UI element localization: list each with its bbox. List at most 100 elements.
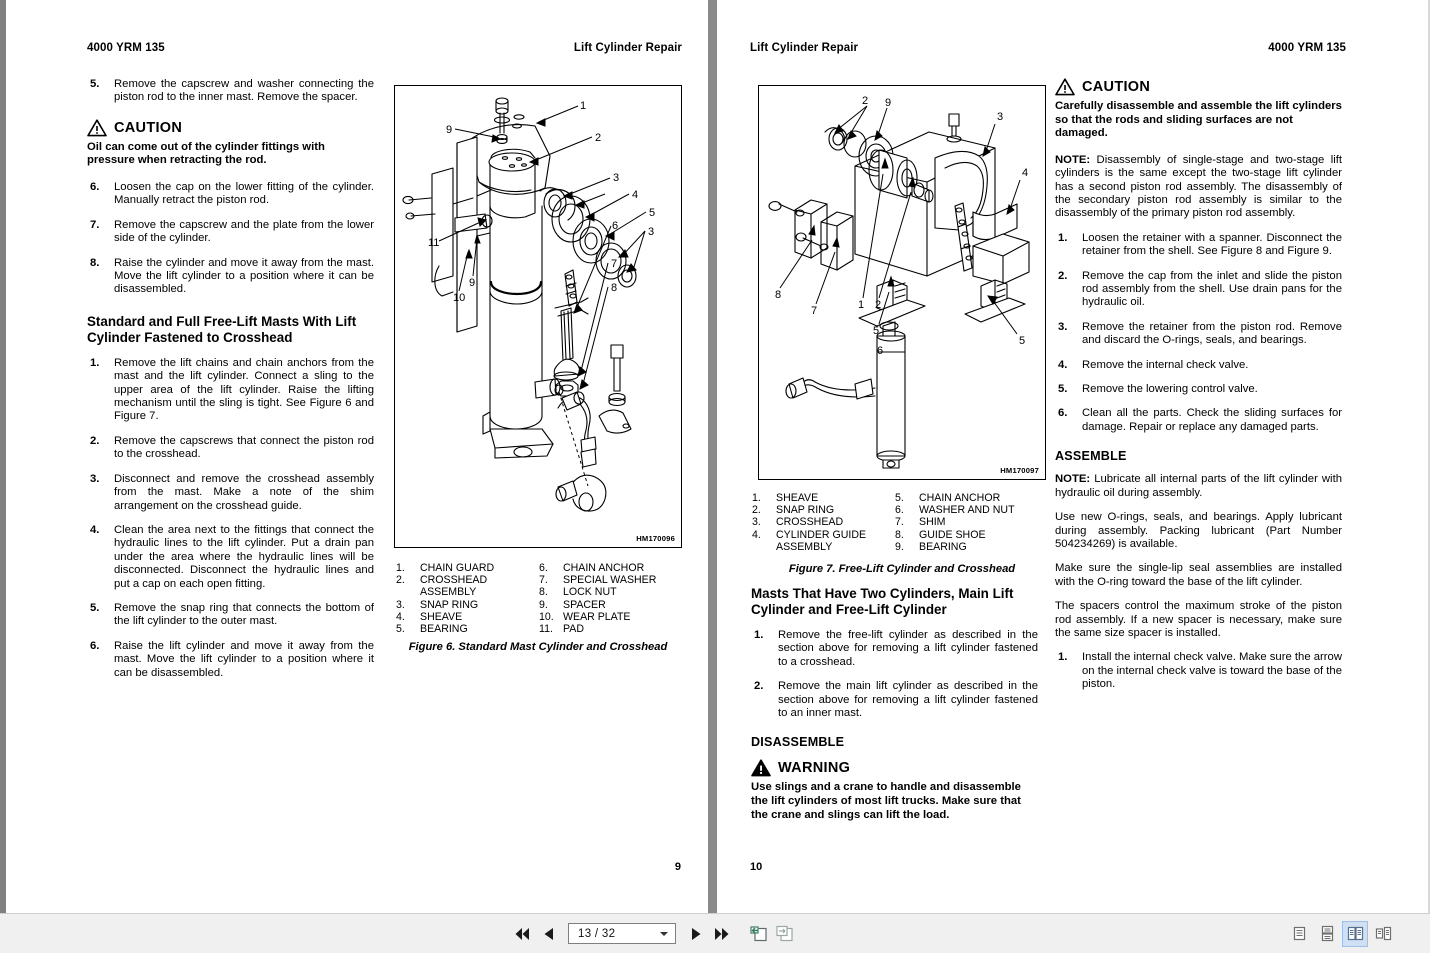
two-page-view-button[interactable] (1342, 920, 1368, 947)
list-item-number: 7. (90, 218, 100, 231)
list-item-text: Remove the internal check valve. (1082, 358, 1249, 371)
caution-triangle-icon (87, 119, 107, 137)
svg-text:3: 3 (613, 172, 619, 184)
section-heading: Standard and Full Free-Lift Masts With L… (87, 313, 357, 345)
list-item: 2. Remove the main lift cylinder as desc… (751, 680, 1038, 720)
last-page-button[interactable] (709, 921, 735, 947)
figure-6-image: 1 9 2 3 4 5 3 11 9 10 6 7 8 HM170096 (394, 85, 682, 548)
legend-text: SNAP RING (776, 504, 835, 517)
subsection-heading-disassemble: DISASSEMBLE (751, 735, 845, 750)
list-item-text: Remove the retainer from the piston rod.… (1082, 320, 1342, 347)
single-page-view-button[interactable] (1286, 921, 1312, 947)
legend-text: ASSEMBLY (776, 540, 833, 553)
legend-text: SHEAVE (776, 492, 819, 504)
legend-number: 1. (752, 492, 761, 504)
chevron-down-icon[interactable] (660, 931, 668, 936)
svg-text:1: 1 (858, 299, 864, 311)
legend-number: 1. (396, 562, 405, 574)
right-page-column-2: CAUTION Carefully disassemble and assemb… (1055, 78, 1342, 703)
figure-7-image-id: HM170097 (1000, 466, 1039, 475)
continuous-view-button[interactable] (1314, 921, 1340, 947)
list-item-number: 3. (1058, 320, 1068, 333)
page-number: 9 (674, 861, 681, 873)
list-item: 6. Raise the lift cylinder and move it a… (87, 640, 374, 680)
list-item-number: 6. (90, 639, 100, 652)
list-item-number: 5. (90, 601, 100, 614)
legend-text: BEARING (919, 540, 967, 553)
figure-7-legend-col-1: 1. SHEAVE 2. SNAP RING 3. CROSSHEAD 4. CYLIN… (752, 492, 895, 553)
list-item: 2. Remove the cap from the inlet and sli… (1055, 270, 1342, 310)
list-item: 4. Remove the internal check valve. (1055, 359, 1342, 372)
figure-6-image-id: HM170096 (636, 534, 675, 543)
caution-label: CAUTION (114, 119, 183, 136)
svg-text:11: 11 (428, 237, 439, 249)
list-item-number: 1. (754, 629, 764, 641)
svg-text:5: 5 (873, 325, 879, 337)
svg-text:1: 1 (580, 100, 586, 112)
list-item: 5. Remove the capscrew and washer connec… (87, 78, 374, 105)
note-paragraph: NOTE: Lubricate all internal parts of th… (1055, 473, 1342, 500)
note-paragraph: NOTE: Disassembly of single-stage and tw… (1055, 154, 1342, 221)
warning-triangle-icon (751, 759, 771, 777)
legend-text: SNAP RING (420, 598, 479, 611)
svg-text:9: 9 (469, 277, 475, 289)
legend-text: CHAIN ANCHOR (919, 492, 1001, 504)
legend-number: 7. (895, 516, 904, 529)
list-item-text: Remove the lift chains and chain anchors… (114, 356, 374, 423)
legend-text: SHEAVE (420, 610, 463, 623)
legend-number: 8. (895, 528, 904, 541)
legend-number: 2. (396, 574, 405, 587)
svg-text:2: 2 (862, 95, 868, 107)
list-item: 5. Remove the snap ring that connects th… (87, 602, 374, 629)
caution-text: Carefully disassemble and assemble the l… (1055, 100, 1342, 140)
list-item: 5. Remove the lowering control valve. (1055, 383, 1342, 396)
first-page-button[interactable] (509, 921, 535, 947)
legend-number: 6. (539, 562, 548, 574)
list-item: 4. Clean the area next to the fittings t… (87, 524, 374, 591)
legend-number: 10. (539, 610, 554, 623)
list-item-number: 4. (1058, 358, 1068, 371)
legend-text: ASSEMBLY (420, 586, 477, 599)
list-item-number: 2. (754, 680, 764, 693)
section-heading: Masts That Have Two Cylinders, Main Lift… (751, 586, 1014, 617)
list-item: 6. Loosen the cap on the lower fitting o… (87, 181, 374, 208)
list-item-text: Raise the cylinder and move it away from… (114, 256, 374, 296)
caution-block: CAUTION Oil can come out of the cylinder… (87, 119, 374, 168)
list-item-text: Remove the lowering control valve. (1082, 383, 1258, 396)
list-item: 1. Remove the free-lift cylinder as desc… (751, 629, 1038, 669)
legend-number (396, 586, 420, 598)
legend-text: SPACER (563, 598, 606, 611)
previous-page-button[interactable] (535, 921, 561, 947)
caution-heading: CAUTION (87, 119, 374, 137)
legend-number: 3. (752, 516, 761, 529)
legend-text: GUIDE SHOE (919, 528, 986, 541)
export-page-icon[interactable] (745, 921, 771, 947)
svg-text:3: 3 (648, 226, 654, 238)
list-item-number: 4. (90, 523, 100, 536)
legend-text: WEAR PLATE (563, 610, 631, 623)
next-page-button[interactable] (683, 921, 709, 947)
copy-page-icon[interactable] (771, 921, 797, 947)
list-item-number: 3. (90, 472, 100, 485)
page-number: 10 (750, 861, 763, 873)
svg-text:5: 5 (649, 207, 655, 219)
caution-label: CAUTION (1082, 79, 1151, 95)
list-item-number: 1. (1058, 651, 1068, 664)
legend-number: 8. (539, 586, 548, 599)
legend-text: WASHER AND NUT (919, 504, 1015, 517)
list-item-text: Clean the area next to the fittings that… (114, 523, 374, 590)
list-item-text: Loosen the retainer with a spanner. Disc… (1082, 231, 1342, 258)
subsection-heading-assemble: ASSEMBLE (1055, 449, 1127, 464)
legend-number: 9. (539, 598, 548, 611)
svg-text:9: 9 (446, 124, 452, 136)
list-item-text: Raise the lift cylinder and move it away… (114, 639, 374, 679)
warning-text: Use slings and a crane to handle and dis… (751, 781, 1021, 821)
list-item-number: 2. (90, 434, 100, 447)
svg-text:7: 7 (611, 258, 617, 270)
list-item-number: 8. (90, 256, 100, 269)
book-view-button[interactable] (1370, 921, 1396, 947)
list-item-number: 6. (90, 181, 100, 193)
note-label: NOTE: (1055, 473, 1091, 486)
document-viewport[interactable]: 4000 YRM 135 Lift Cylinder Repair 5. Rem… (0, 0, 1430, 913)
page-number-input[interactable]: 13 / 32 (568, 923, 676, 944)
